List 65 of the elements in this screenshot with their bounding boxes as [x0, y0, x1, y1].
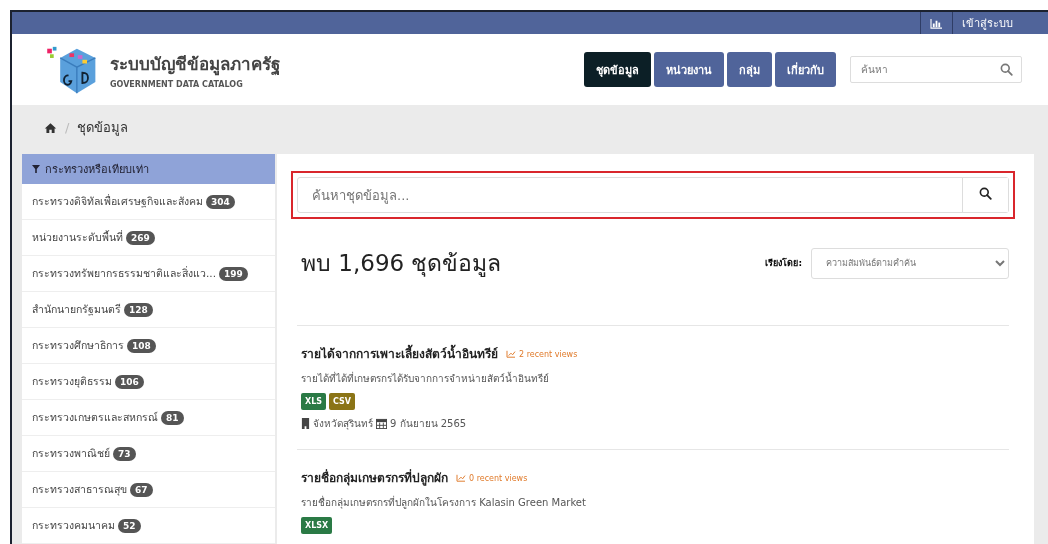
nav-tab[interactable]: กลุ่ม [727, 52, 772, 87]
format-tag: XLSX [301, 517, 333, 534]
format-tag: CSV [329, 393, 355, 410]
count-badge: 304 [206, 194, 235, 209]
filter-item[interactable]: กระทรวงทรัพยากรธรรมชาติและสิ่งแว... 199 [22, 256, 275, 292]
filter-label: กระทรวงดิจิทัลเพื่อเศรษฐกิจและสังคม [32, 193, 203, 210]
sort-dropdown[interactable]: ความสัมพันธ์ตามคำค้น [811, 247, 1009, 279]
search-button[interactable] [962, 178, 1008, 212]
filter-item[interactable]: หน่วยงานระดับพื้นที่ 269 [22, 220, 275, 256]
filter-item[interactable]: กระทรวงเกษตรและสหกรณ์ 81 [22, 400, 275, 436]
filter-label: สำนักนายกรัฐมนตรี [32, 302, 121, 318]
filter-label: กระทรวงเกษตรและสหกรณ์ [32, 410, 158, 425]
count-badge: 81 [161, 410, 184, 425]
filter-label: กระทรวงศึกษาธิการ [32, 338, 124, 353]
dataset-description: รายได้ที่ได้ที่เกษตรกรได้รับจากการจำหน่ายสัตว์น้ำอินทรีย์ [301, 371, 550, 386]
count-badge: 128 [124, 302, 153, 317]
count-badge: 108 [127, 338, 156, 353]
filter-title: กระทรวงหรือเทียบเท่า [45, 162, 149, 178]
filter-icon [32, 165, 40, 173]
site-subtitle: GOVERNMENT DATA CATALOG [110, 80, 244, 89]
format-tag: XLS [301, 393, 327, 410]
count-badge: 199 [219, 266, 248, 281]
count-badge: 52 [118, 518, 141, 533]
filter-item[interactable]: กระทรวงยุติธรรม 106 [22, 364, 275, 400]
count-badge: 106 [115, 374, 144, 389]
count-badge: 269 [126, 230, 155, 245]
filter-label: กระทรวงสาธารณสุข [32, 482, 127, 498]
breadcrumb-current: ชุดข้อมูล [77, 119, 129, 138]
building-icon [301, 418, 310, 429]
filter-label: กระทรวงทรัพยากรธรรมชาติและสิ่งแว... [32, 265, 216, 281]
filter-item[interactable]: กระทรวงสาธารณสุข 67 [22, 472, 275, 508]
filter-item[interactable]: กระทรวงคมนาคม 52 [22, 508, 275, 544]
breadcrumb-separator: / [65, 120, 70, 135]
recent-views: 2 recent views [519, 349, 578, 359]
count-badge: 67 [130, 482, 153, 497]
filter-label: กระทรวงคมนาคม [32, 518, 115, 533]
trend-chart-icon [456, 474, 466, 482]
search-icon [979, 187, 992, 200]
sort-label: เรียงโดย: [765, 257, 802, 270]
login-link[interactable]: เข้าสู่ระบบ [962, 14, 1013, 32]
filter-label: กระทรวงพาณิชย์ [32, 446, 110, 461]
filter-item[interactable]: สำนักนายกรัฐมนตรี 128 [22, 292, 275, 328]
site-title: ระบบบัญชีข้อมูลภาครัฐ [110, 53, 280, 77]
dataset-description: รายชื่อกลุ่มเกษตรกรที่ปลูกผักในโครงการ Kalasin Green Market [301, 495, 587, 510]
results-heading: พบ 1,696 ชุดข้อมูล [301, 249, 502, 279]
nav-tab[interactable]: หน่วยงาน [654, 52, 724, 87]
filter-label: กระทรวงยุติธรรม [32, 374, 112, 390]
filter-item[interactable]: กระทรวงพาณิชย์ 73 [22, 436, 275, 472]
search-box[interactable]: ค้นหา [850, 56, 1022, 83]
filter-item[interactable]: กระทรวงศึกษาธิการ 108 [22, 328, 275, 364]
dataset-date: 9 กันยายน 2565 [390, 417, 467, 431]
nav-tab[interactable]: ชุดข้อมูล [584, 52, 651, 87]
chart-icon[interactable] [930, 17, 943, 29]
recent-views: 0 recent views [469, 473, 528, 483]
nav-tab[interactable]: เกี่ยวกับ [775, 52, 836, 87]
organization: จังหวัดสุรินทร์ [313, 417, 373, 431]
dataset-title-link[interactable]: รายได้จากการเพาะเลี้ยงสัตว์น้ำอินทรีย์ [301, 344, 498, 363]
trend-chart-icon [506, 350, 516, 358]
search-icon[interactable] [1000, 63, 1013, 76]
filter-item[interactable]: กระทรวงดิจิทัลเพื่อเศรษฐกิจและสังคม 304 [22, 184, 275, 220]
count-badge: 73 [113, 446, 136, 461]
home-icon[interactable] [44, 121, 57, 134]
dataset-title-link[interactable]: รายชื่อกลุ่มเกษตรกรที่ปลูกผัก [301, 468, 448, 487]
calendar-icon [376, 418, 387, 429]
filter-label: หน่วยงานระดับพื้นที่ [32, 229, 123, 245]
